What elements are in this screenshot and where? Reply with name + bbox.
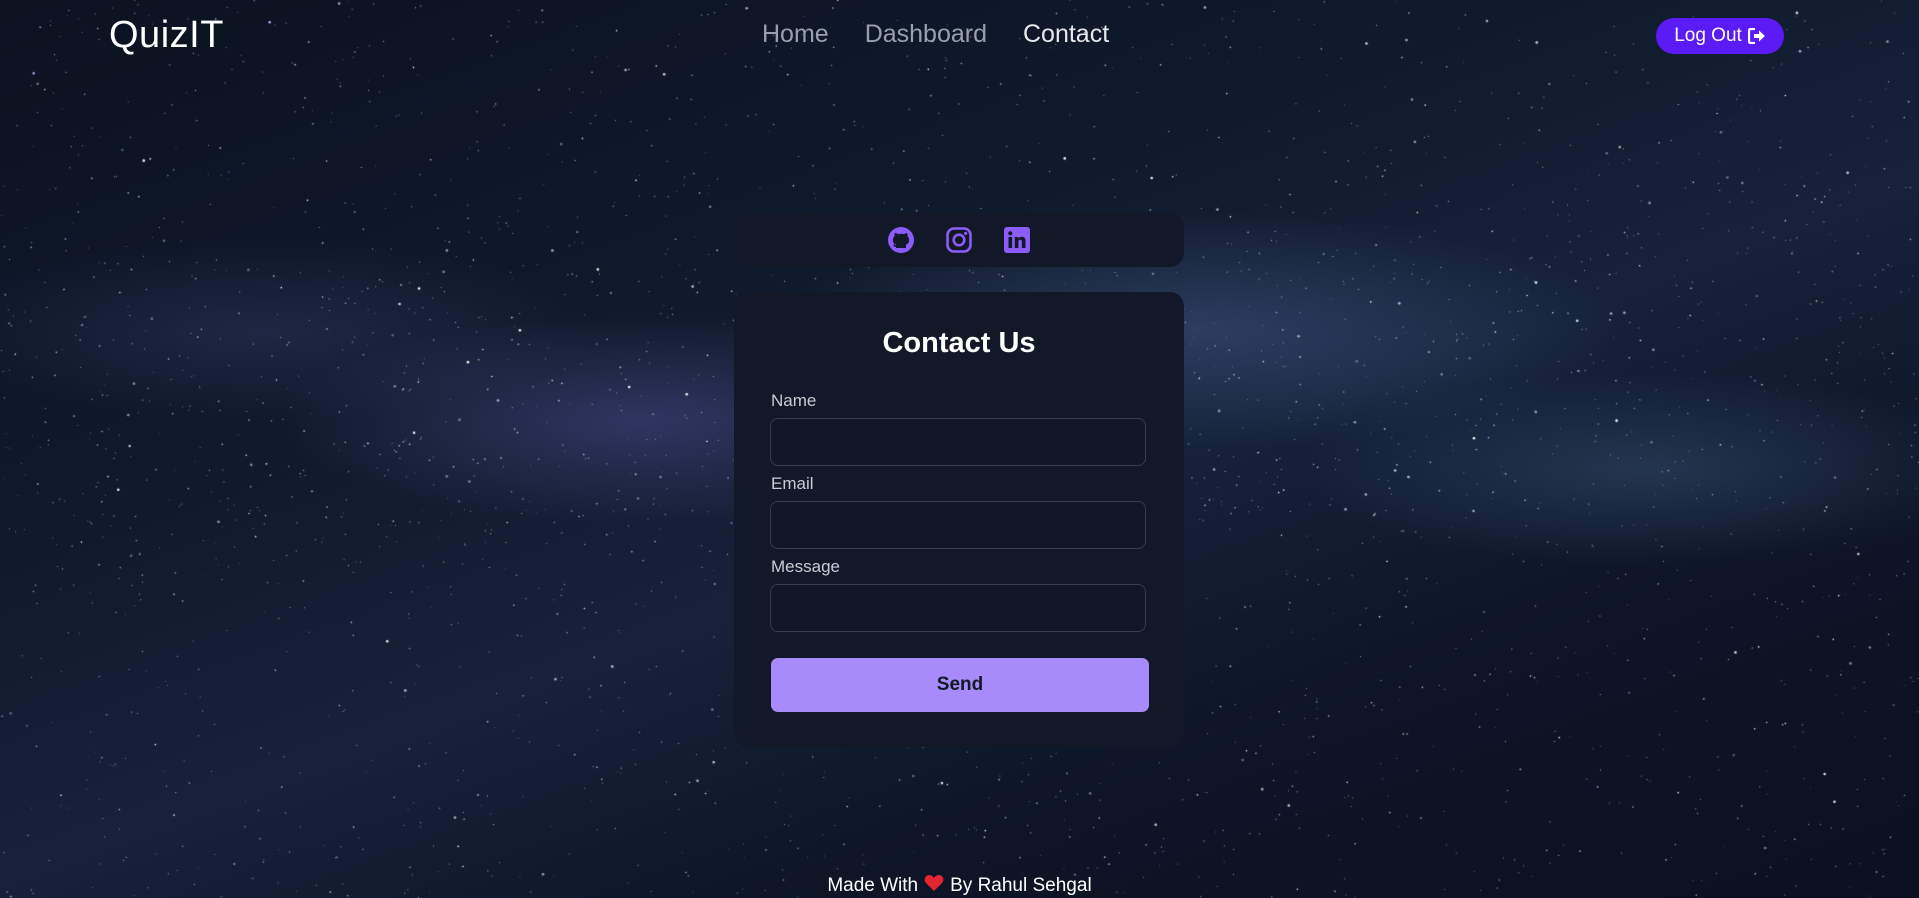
social-links-bar (734, 213, 1184, 267)
contact-form-card: Contact Us Name Email Message Send (734, 292, 1184, 747)
nav-links: Home Dashboard Contact (762, 20, 1109, 49)
instagram-icon[interactable] (945, 226, 973, 254)
github-icon[interactable] (887, 226, 915, 254)
email-input[interactable] (770, 501, 1146, 549)
linkedin-icon[interactable] (1003, 226, 1031, 254)
brand-logo[interactable]: QuizIT (109, 14, 224, 57)
heart-icon (924, 874, 944, 898)
logout-button[interactable]: Log Out (1656, 18, 1784, 54)
sign-out-icon (1747, 28, 1766, 44)
nav-link-dashboard[interactable]: Dashboard (865, 20, 987, 49)
name-input[interactable] (770, 418, 1146, 466)
message-label: Message (771, 557, 840, 576)
send-button[interactable]: Send (771, 658, 1149, 712)
nav-link-home[interactable]: Home (762, 20, 829, 49)
email-label: Email (771, 474, 814, 493)
nav-link-contact[interactable]: Contact (1023, 20, 1109, 49)
message-input[interactable] (770, 584, 1146, 632)
navbar: QuizIT Home Dashboard Contact Log Out (0, 0, 1919, 72)
contact-form-title: Contact Us (882, 327, 1036, 359)
name-label: Name (771, 391, 817, 410)
footer-suffix: By Rahul Sehgal (950, 875, 1092, 896)
logout-label: Log Out (1674, 25, 1742, 46)
footer: Made With By Rahul Sehgal (0, 874, 1919, 898)
footer-prefix: Made With (827, 875, 919, 896)
